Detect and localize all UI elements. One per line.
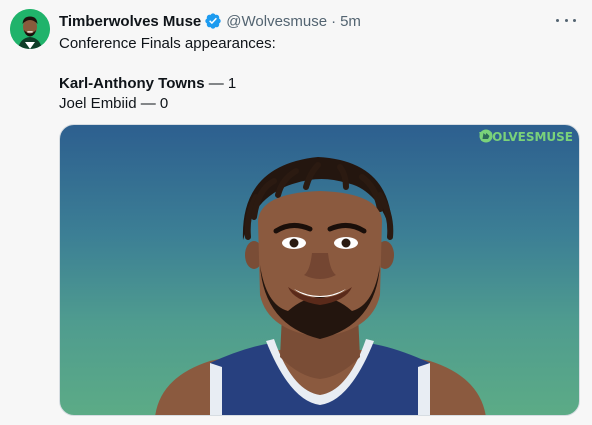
more-dot: [556, 18, 559, 22]
more-options-icon[interactable]: [556, 12, 576, 28]
wolf-logo-icon: [479, 129, 493, 143]
author-handle[interactable]: @Wolvesmuse: [226, 13, 327, 30]
tweet-intro-line: Conference Finals appearances:: [59, 35, 276, 52]
avatar-illustration: [10, 9, 50, 49]
stat-separator: —: [136, 95, 160, 112]
player-illustration: [155, 157, 486, 415]
player-name: Joel Embiid: [59, 95, 137, 112]
stat-value: 0: [159, 95, 169, 112]
tweet-media-image[interactable]: WOLVESMUSE: [59, 124, 580, 416]
player-name: Karl-Anthony Towns: [59, 75, 205, 92]
watermark: WOLVESMUSE: [479, 129, 573, 145]
verified-badge-icon: [204, 12, 222, 30]
display-name[interactable]: Timberwolves Muse: [59, 13, 201, 30]
watermark-text: WOLVESMUSE: [478, 130, 573, 144]
timestamp[interactable]: 5m: [340, 13, 361, 30]
more-dot: [564, 18, 568, 22]
stat-separator: —: [204, 75, 228, 92]
stat-value: 1: [227, 75, 237, 92]
avatar[interactable]: [10, 9, 50, 49]
tweet-header: Timberwolves Muse @Wolvesmuse · 5m: [59, 11, 361, 31]
stat-row-towns: Karl-Anthony Towns — 1: [59, 74, 579, 94]
tweet-text: Conference Finals appearances: Karl-Anth…: [59, 34, 579, 114]
more-dot: [573, 18, 576, 22]
separator-dot: ·: [331, 12, 337, 30]
stat-row-embiid: Joel Embiid — 0: [59, 94, 579, 114]
